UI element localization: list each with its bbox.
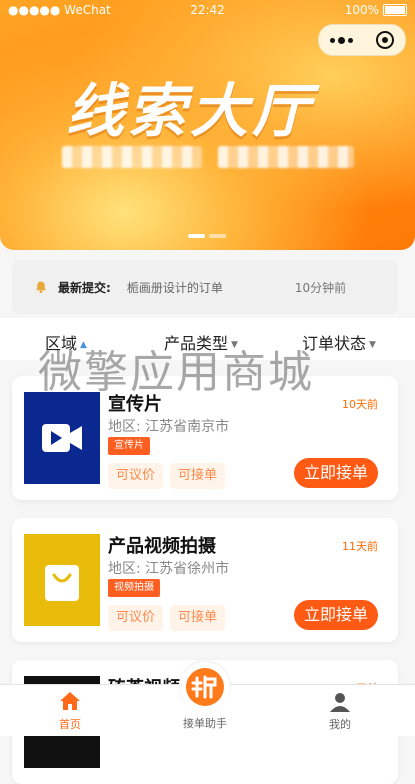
nav-home[interactable]: 首页	[30, 691, 110, 732]
accept-order-button[interactable]: 立即接单	[293, 600, 378, 630]
order-thumbnail	[24, 392, 100, 484]
battery-icon	[383, 4, 407, 16]
battery-percent: 100%	[344, 3, 379, 17]
nav-home-label: 首页	[59, 718, 81, 731]
order-type-tag: 宣传片	[108, 437, 150, 455]
dropdown-icon: ▼	[369, 340, 376, 350]
notice-text: 栀画册设计的订单	[126, 280, 223, 295]
video-icon	[42, 424, 82, 452]
banner-indicator[interactable]	[209, 234, 226, 238]
close-target-icon[interactable]	[375, 31, 394, 49]
order-assistant-icon	[186, 668, 224, 706]
banner-blurred-text	[218, 146, 354, 168]
order-age: 11天前	[342, 540, 378, 553]
user-icon	[330, 693, 350, 712]
status-bar: ●●●●● WeChat 22:42 100%	[0, 0, 415, 22]
order-card[interactable]: 产品视频拍摄 11天前 地区: 江苏省徐州市 视频拍摄 可议价 可接单 立即接单	[12, 518, 398, 642]
mini-program-capsule	[318, 24, 406, 56]
available-chip: 可接单	[170, 463, 226, 489]
order-assistant-button[interactable]	[180, 662, 230, 712]
battery-status: 100%	[345, 3, 407, 17]
more-icon[interactable]	[330, 36, 354, 44]
accept-order-button[interactable]: 立即接单	[293, 458, 378, 488]
available-chip: 可接单	[170, 605, 226, 631]
nav-order-assistant-label[interactable]: 接单助手	[165, 715, 245, 731]
shopping-bag-icon	[45, 565, 79, 601]
latest-submission-bar[interactable]: 最新提交: 栀画册设计的订单 10分钟前	[12, 260, 398, 314]
home-icon	[60, 692, 80, 710]
order-thumbnail	[24, 534, 100, 626]
nav-mine[interactable]: 我的	[300, 691, 380, 732]
negotiable-chip: 可议价	[108, 463, 164, 489]
nav-mine-label: 我的	[329, 718, 351, 731]
negotiable-chip: 可议价	[108, 605, 164, 631]
notice-time: 10分钟前	[294, 280, 347, 295]
watermark: 微擎应用商城	[38, 347, 314, 398]
bell-icon	[34, 280, 48, 294]
banner-title: 线索大厅	[66, 77, 315, 145]
order-area: 地区: 江苏省徐州市	[108, 561, 230, 577]
banner-indicator-active[interactable]	[188, 234, 205, 238]
order-area: 地区: 江苏省南京市	[108, 419, 230, 435]
order-title: 产品视频拍摄	[108, 536, 216, 557]
order-type-tag: 视频拍摄	[108, 579, 160, 597]
order-age: 10天前	[342, 398, 378, 411]
notice-label: 最新提交:	[58, 280, 111, 295]
banner-blurred-text	[62, 146, 202, 168]
